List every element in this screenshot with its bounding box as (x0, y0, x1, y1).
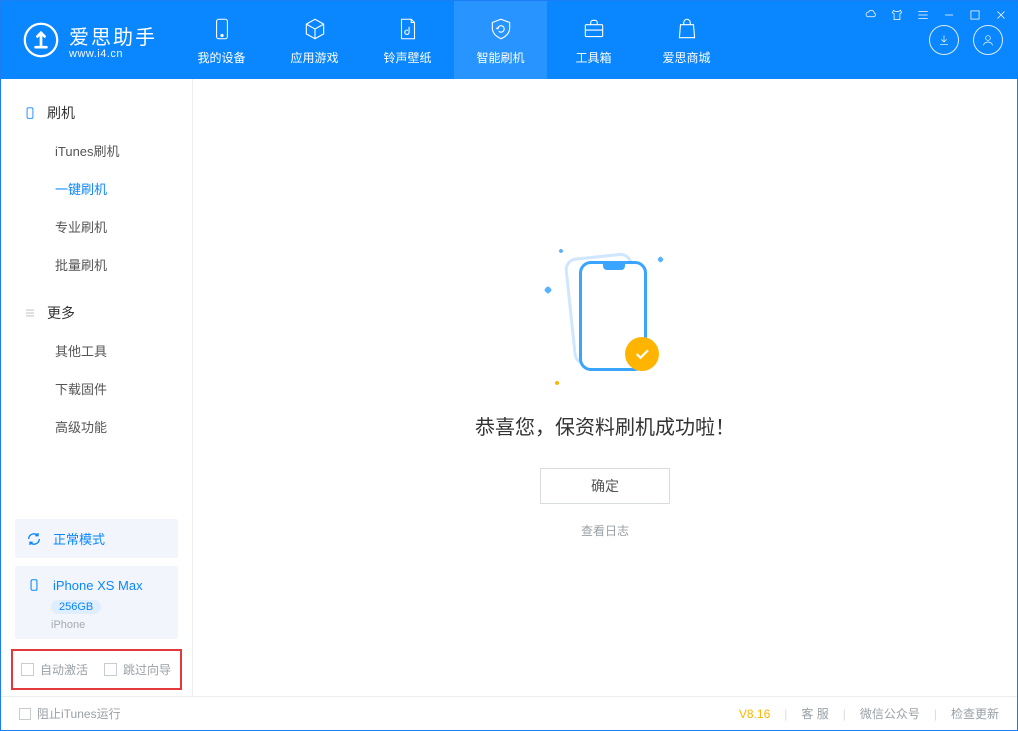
sidebar-item-label: 高级功能 (55, 417, 107, 436)
sidebar-item-label: 下载固件 (55, 379, 107, 398)
tab-flash[interactable]: 智能刷机 (454, 1, 547, 79)
sidebar-group-flash: 刷机 (1, 95, 192, 131)
window-controls (863, 7, 1009, 23)
logo-icon (23, 22, 59, 58)
sidebar: 刷机 iTunes刷机 一键刷机 专业刷机 批量刷机 更多 其他工具 下载固件 … (1, 79, 193, 696)
skin-icon[interactable] (889, 7, 905, 23)
cloud-icon[interactable] (863, 7, 879, 23)
sidebar-item-pro[interactable]: 专业刷机 (1, 207, 192, 245)
maximize-icon[interactable] (967, 7, 983, 23)
menu-icon[interactable] (915, 7, 931, 23)
cube-icon (301, 15, 329, 43)
sidebar-group-more: 更多 (1, 295, 192, 331)
checkbox-icon (21, 663, 34, 676)
briefcase-icon (580, 15, 608, 43)
tab-label: 工具箱 (575, 49, 611, 66)
sidebar-item-label: 批量刷机 (55, 255, 107, 274)
sidebar-scroll: 刷机 iTunes刷机 一键刷机 专业刷机 批量刷机 更多 其他工具 下载固件 … (1, 79, 192, 509)
list-icon (23, 306, 37, 320)
group-label: 刷机 (47, 103, 75, 123)
logo: 爱思助手 www.i4.cn (1, 1, 175, 79)
phone-outline-icon (23, 106, 37, 120)
sidebar-item-firmware[interactable]: 下载固件 (1, 369, 192, 407)
refresh-shield-icon (487, 15, 515, 43)
checkbox-stop-itunes[interactable]: 阻止iTunes运行 (19, 705, 121, 722)
tab-tools[interactable]: 工具箱 (547, 1, 640, 79)
group-label: 更多 (47, 303, 75, 323)
user-button[interactable] (973, 25, 1003, 55)
phone-icon (208, 15, 236, 43)
tab-device[interactable]: 我的设备 (175, 1, 268, 79)
version-label: V8.16 (739, 707, 770, 721)
download-button[interactable] (929, 25, 959, 55)
sidebar-item-other[interactable]: 其他工具 (1, 331, 192, 369)
tab-label: 应用游戏 (290, 49, 338, 66)
checkbox-icon (19, 708, 31, 720)
sync-icon (25, 530, 43, 548)
checkbox-skip-wizard[interactable]: 跳过向导 (104, 661, 171, 678)
checkbox-label: 自动激活 (40, 661, 88, 678)
sidebar-item-itunes[interactable]: iTunes刷机 (1, 131, 192, 169)
sidebar-item-advanced[interactable]: 高级功能 (1, 407, 192, 445)
titlebar: 爱思助手 www.i4.cn 我的设备 应用游戏 铃声壁纸 智能刷机 (1, 1, 1017, 79)
tab-label: 智能刷机 (476, 49, 524, 66)
ok-button[interactable]: 确定 (540, 468, 670, 504)
tab-store[interactable]: 爱思商城 (640, 1, 733, 79)
device-storage-badge: 256GB (51, 600, 101, 614)
tab-label: 我的设备 (197, 49, 245, 66)
tab-label: 铃声壁纸 (383, 49, 431, 66)
device-card[interactable]: iPhone XS Max 256GB iPhone (15, 566, 178, 639)
checkbox-icon (104, 663, 117, 676)
checkbox-label: 跳过向导 (123, 661, 171, 678)
device-mode-card[interactable]: 正常模式 (15, 519, 178, 558)
device-panels: 正常模式 iPhone XS Max 256GB iPhone (1, 509, 192, 649)
footer-link-update[interactable]: 检查更新 (951, 705, 999, 722)
brand-url: www.i4.cn (69, 48, 157, 60)
sidebar-item-batch[interactable]: 批量刷机 (1, 245, 192, 283)
main-tabs: 我的设备 应用游戏 铃声壁纸 智能刷机 工具箱 爱思商城 (175, 1, 733, 79)
highlighted-options: 自动激活 跳过向导 (11, 649, 182, 690)
main-content: 恭喜您，保资料刷机成功啦！ 确定 查看日志 (193, 79, 1017, 696)
view-log-link[interactable]: 查看日志 (581, 522, 629, 539)
tab-label: 爱思商城 (662, 49, 710, 66)
sidebar-item-label: iTunes刷机 (55, 141, 120, 160)
minimize-icon[interactable] (941, 7, 957, 23)
footer: 阻止iTunes运行 V8.16 | 客 服 | 微信公众号 | 检查更新 (1, 696, 1017, 730)
close-icon[interactable] (993, 7, 1009, 23)
bag-icon (673, 15, 701, 43)
tab-ring[interactable]: 铃声壁纸 (361, 1, 454, 79)
footer-link-support[interactable]: 客 服 (801, 705, 828, 722)
sidebar-item-onekey[interactable]: 一键刷机 (1, 169, 192, 207)
checkbox-auto-activate[interactable]: 自动激活 (21, 661, 88, 678)
footer-link-wechat[interactable]: 微信公众号 (860, 705, 920, 722)
body: 刷机 iTunes刷机 一键刷机 专业刷机 批量刷机 更多 其他工具 下载固件 … (1, 79, 1017, 696)
tab-apps[interactable]: 应用游戏 (268, 1, 361, 79)
app-window: 爱思助手 www.i4.cn 我的设备 应用游戏 铃声壁纸 智能刷机 (0, 0, 1018, 731)
device-type: iPhone (51, 619, 168, 631)
sidebar-item-label: 专业刷机 (55, 217, 107, 236)
success-title: 恭喜您，保资料刷机成功啦！ (475, 411, 735, 440)
device-mode-label: 正常模式 (53, 529, 105, 548)
success-illustration (545, 249, 665, 389)
device-icon (25, 576, 43, 594)
check-circle-icon (625, 337, 659, 371)
brand-name: 爱思助手 (69, 21, 157, 50)
sidebar-item-label: 其他工具 (55, 341, 107, 360)
checkbox-label: 阻止iTunes运行 (37, 705, 121, 722)
music-file-icon (394, 15, 422, 43)
device-name: iPhone XS Max (53, 578, 143, 593)
sidebar-item-label: 一键刷机 (55, 179, 107, 198)
